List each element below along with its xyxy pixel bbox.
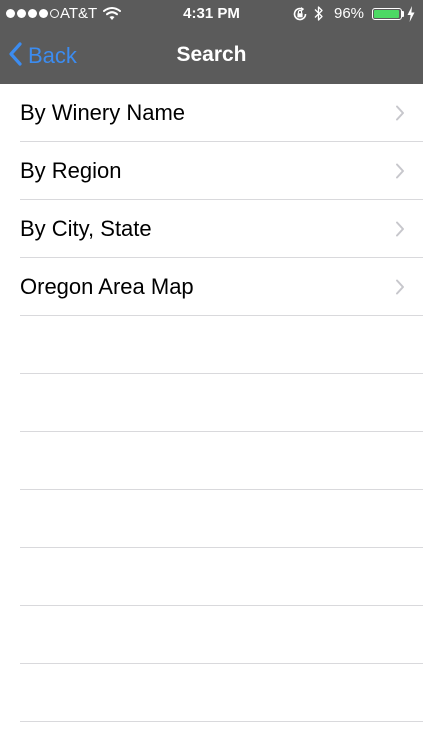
app-screen: AT&T 4:31 PM 96% Back Search By Winery N… [0,0,423,750]
chevron-right-icon [395,163,405,184]
rotation-lock-icon [292,6,308,26]
search-option-label: By Region [20,158,122,183]
empty-table-row [20,432,423,490]
charging-icon [407,6,415,26]
chevron-right-icon [395,105,405,126]
status-bar: AT&T 4:31 PM 96% [0,0,423,28]
battery-level [374,10,399,18]
empty-table-row [20,316,423,374]
navigation-bar: Back Search [0,28,423,84]
battery-tip [402,11,404,17]
empty-table-row [20,606,423,664]
empty-table-row [20,664,423,722]
search-option-label: By City, State [20,216,152,241]
search-option-by-city-state[interactable]: By City, State [20,200,423,258]
chevron-right-icon [395,221,405,242]
top-bar: AT&T 4:31 PM 96% Back Search [0,0,423,84]
chevron-right-icon [395,279,405,300]
search-option-by-winery-name[interactable]: By Winery Name [20,84,423,142]
search-option-label: Oregon Area Map [20,274,194,299]
search-option-label: By Winery Name [20,100,186,125]
page-title: Search [176,43,247,66]
empty-table-row [20,490,423,548]
search-options-list: By Winery Name By Region By City, State … [0,84,423,722]
empty-table-row [20,548,423,606]
empty-table-row [20,374,423,432]
search-option-by-region[interactable]: By Region [20,142,423,200]
battery-icon [372,8,402,20]
battery-percentage: 96% [334,5,365,22]
search-option-oregon-area-map[interactable]: Oregon Area Map [20,258,423,316]
bluetooth-icon [314,5,324,26]
